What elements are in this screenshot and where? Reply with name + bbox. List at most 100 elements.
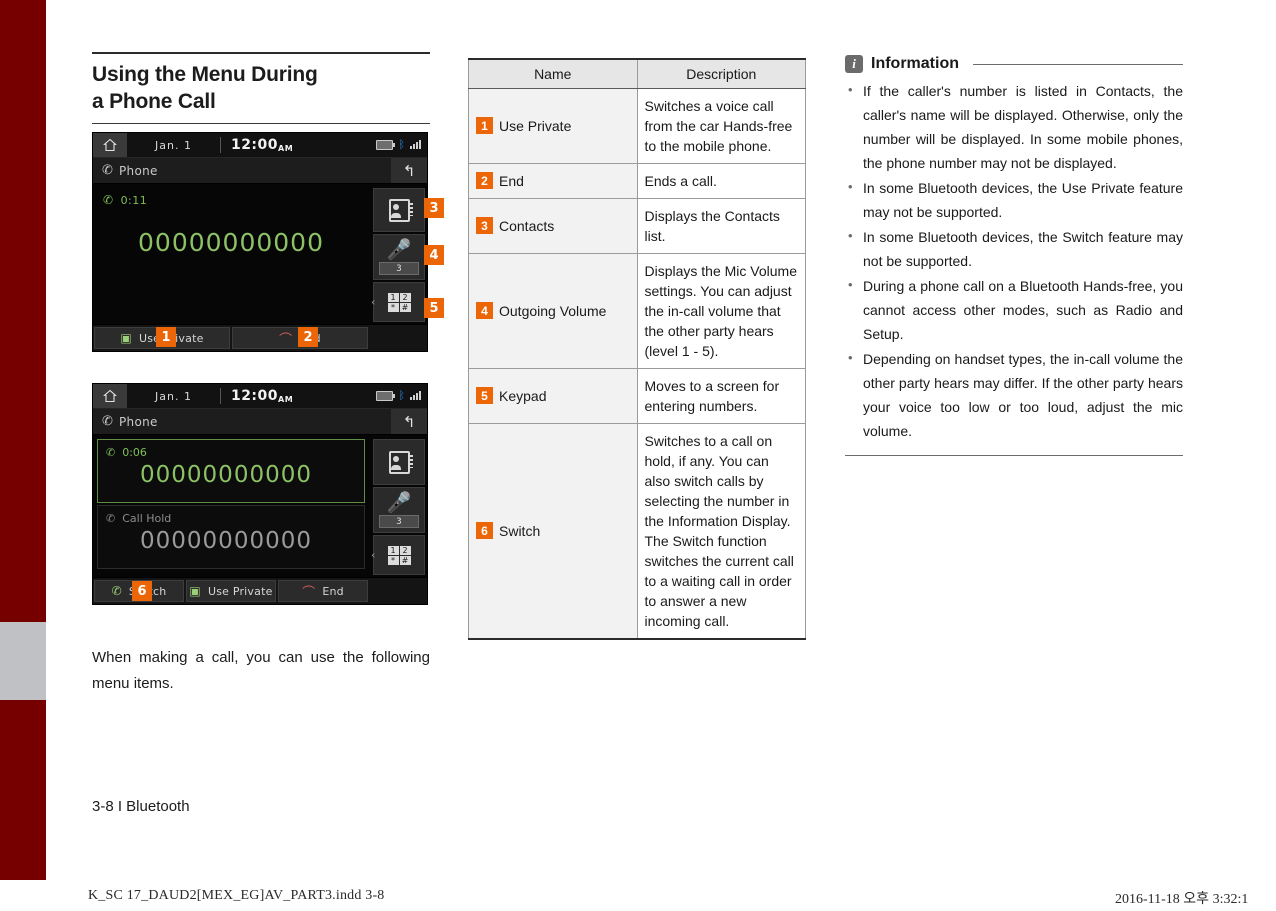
held-call-label: Call Hold bbox=[122, 512, 172, 525]
status-time: 12:00 bbox=[230, 137, 279, 153]
phone-handset-icon: ✆ bbox=[102, 414, 113, 429]
table-cell-name: 6 Switch bbox=[468, 423, 638, 640]
head-unit-screen-two: Jan. 1 12:00AM ᛒ ✆ Phone ↰ ✆ 0:06 000000… bbox=[92, 383, 428, 605]
home-icon[interactable] bbox=[93, 384, 127, 408]
active-call-timer: ✆ 0:06 bbox=[106, 446, 147, 459]
page-title: Using the Menu During a Phone Call bbox=[92, 61, 430, 115]
status-icons: ᛒ bbox=[376, 138, 421, 151]
call-info-area: ✆ 0:11 00000000000 bbox=[93, 184, 369, 324]
row-badge: 1 bbox=[476, 117, 493, 134]
home-icon[interactable] bbox=[93, 133, 127, 157]
back-arrow-icon[interactable]: ↰ bbox=[391, 409, 427, 434]
battery-icon bbox=[376, 390, 396, 401]
row-badge: 6 bbox=[476, 522, 493, 539]
call-timer: ✆ 0:11 bbox=[103, 193, 147, 207]
contacts-button[interactable] bbox=[373, 439, 425, 485]
callout-badge-4: 4 bbox=[424, 245, 444, 265]
signal-icon bbox=[410, 140, 421, 149]
phone-handset-icon: ✆ bbox=[102, 163, 113, 178]
status-bar: Jan. 1 12:00AM ᛒ bbox=[93, 133, 427, 158]
screen-titlebar: ✆ Phone ↰ bbox=[93, 409, 427, 435]
information-header: i Information bbox=[845, 55, 1183, 73]
private-call-icon: ▣ bbox=[189, 584, 201, 598]
callout-badge-2: 2 bbox=[298, 327, 318, 347]
screen-titlebar: ✆ Phone ↰ bbox=[93, 158, 427, 184]
call-action-bar: ▣ Use Private ⌒ End bbox=[93, 324, 427, 351]
keypad-button[interactable]: ‹ 1 2 * # bbox=[371, 535, 425, 575]
battery-icon bbox=[376, 139, 396, 150]
outgoing-call-icon: ✆ bbox=[103, 193, 114, 207]
status-time: 12:00 bbox=[230, 388, 279, 404]
sidebar-red-band bbox=[0, 0, 46, 880]
keypad-key-star: * bbox=[387, 302, 399, 312]
table-cell-description: Switches to a call on hold, if any. You … bbox=[636, 423, 806, 640]
table-row: 5 Keypad Moves to a screen for entering … bbox=[468, 368, 806, 424]
active-call-box[interactable]: ✆ 0:06 00000000000 bbox=[97, 439, 365, 503]
page-title-line2: a Phone Call bbox=[92, 90, 216, 113]
screenshot-one-wrap: Jan. 1 12:00AM ᛒ ✆ Phone ↰ ✆ 0:11 000000… bbox=[92, 132, 444, 352]
table-row: 4 Outgoing Volume Displays the Mic Volum… bbox=[468, 253, 806, 369]
table-cell-name: 2 End bbox=[468, 163, 638, 199]
keypad-icon: 1 2 * # bbox=[387, 545, 411, 565]
list-item: In some Bluetooth devices, the Use Priva… bbox=[845, 175, 1183, 224]
bluetooth-icon: ᛒ bbox=[398, 138, 405, 151]
keypad-key-2: 2 bbox=[399, 545, 411, 555]
table-row: 2 End Ends a call. bbox=[468, 163, 806, 199]
held-call-label-row: ✆ Call Hold bbox=[106, 512, 171, 525]
heading-rule-top bbox=[92, 52, 430, 54]
private-call-icon: ▣ bbox=[120, 331, 132, 345]
keypad-key-1: 1 bbox=[387, 545, 399, 555]
table-cell-description: Switches a voice call from the car Hands… bbox=[636, 88, 806, 164]
status-ampm: AM bbox=[278, 144, 294, 153]
table-header-description: Description bbox=[636, 59, 806, 89]
list-item: Depending on handset types, the in-call … bbox=[845, 346, 1183, 443]
print-timestamp: 2016-11-18 오후 3:32:1 bbox=[1115, 892, 1249, 907]
keypad-key-hash: # bbox=[399, 555, 411, 565]
active-call-timer-value: 0:06 bbox=[122, 446, 147, 459]
row-badge: 2 bbox=[476, 172, 493, 189]
call-screen-body: ✆ 0:11 00000000000 🎤 3 ‹ 1 2 * # bbox=[93, 184, 427, 324]
contacts-book-icon bbox=[388, 198, 413, 222]
row-badge: 5 bbox=[476, 387, 493, 404]
keypad-button[interactable]: ‹ 1 2 * # bbox=[371, 282, 425, 322]
status-ampm: AM bbox=[278, 395, 294, 404]
end-call-button[interactable]: ⌒ End bbox=[278, 580, 368, 602]
print-file-name: K_SC 17_DAUD2[MEX_EG]AV_PART3.indd 3-8 bbox=[88, 888, 385, 903]
list-item: If the caller's number is listed in Cont… bbox=[845, 78, 1183, 175]
status-clock: 12:00AM bbox=[219, 388, 294, 404]
chevron-left-icon[interactable]: ‹ bbox=[371, 296, 375, 309]
screenshot-two-wrap: Jan. 1 12:00AM ᛒ ✆ Phone ↰ ✆ 0:06 000000… bbox=[92, 383, 430, 605]
call-info-area: ✆ 0:06 00000000000 ✆ Call Hold 000000000… bbox=[93, 435, 369, 577]
back-arrow-icon[interactable]: ↰ bbox=[391, 158, 427, 183]
screen-title-label: Phone bbox=[119, 414, 158, 429]
end-call-icon: ⌒ bbox=[279, 332, 293, 348]
page-footer-label: 3-8 I Bluetooth bbox=[92, 798, 190, 815]
list-item: In some Bluetooth devices, the Switch fe… bbox=[845, 224, 1183, 273]
outgoing-volume-button[interactable]: 🎤 3 bbox=[373, 487, 425, 533]
table-cell-name: 1 Use Private bbox=[468, 88, 638, 164]
manual-page: Using the Menu During a Phone Call Jan. … bbox=[0, 0, 1276, 880]
outgoing-volume-button[interactable]: 🎤 3 bbox=[373, 234, 425, 280]
keypad-key-2: 2 bbox=[399, 292, 411, 302]
mic-level-value: 3 bbox=[379, 515, 419, 528]
side-rail: 🎤 3 ‹ 1 2 * # bbox=[369, 435, 427, 577]
contacts-button[interactable] bbox=[373, 188, 425, 232]
status-date: Jan. 1 bbox=[155, 389, 192, 403]
body-paragraph: When making a call, you can use the foll… bbox=[92, 649, 430, 692]
table-cell-description: Displays the Mic Volume settings. You ca… bbox=[636, 253, 806, 369]
use-private-button[interactable]: ▣ Use Private bbox=[186, 580, 276, 602]
table-row: 6 Switch Switches to a call on hold, if … bbox=[468, 423, 806, 640]
chevron-left-icon[interactable]: ‹ bbox=[371, 549, 375, 562]
information-header-rule bbox=[973, 63, 1183, 65]
keypad-key-hash: # bbox=[399, 302, 411, 312]
column-left: Using the Menu During a Phone Call Jan. … bbox=[92, 52, 444, 697]
active-call-number: 00000000000 bbox=[140, 462, 312, 488]
information-list: If the caller's number is listed in Cont… bbox=[845, 78, 1183, 443]
column-middle: Name Description 1 Use Private Switches … bbox=[468, 58, 806, 640]
status-date: Jan. 1 bbox=[155, 138, 192, 152]
row-name-label: Switch bbox=[499, 523, 541, 539]
screen-title-label: Phone bbox=[119, 163, 158, 178]
keypad-icon: 1 2 * # bbox=[387, 292, 411, 312]
held-call-box[interactable]: ✆ Call Hold 00000000000 bbox=[97, 505, 365, 569]
table-header-name: Name bbox=[468, 59, 638, 89]
